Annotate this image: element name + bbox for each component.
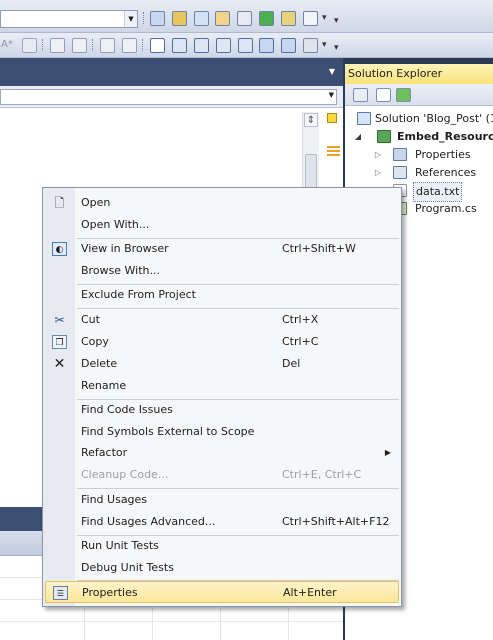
menu-item-exclude-from-project[interactable]: Exclude From Project <box>43 284 401 306</box>
font-size-label[interactable]: A* <box>1 39 13 50</box>
menu-item-delete[interactable]: ✕ Delete Del <box>43 353 401 375</box>
show-all-files-icon[interactable] <box>376 88 391 102</box>
start-page-icon[interactable] <box>259 11 274 26</box>
menu-item-view-in-browser[interactable]: ◐ View in Browser Ctrl+Shift+W <box>43 238 401 260</box>
menu-item-rename[interactable]: Rename <box>43 375 401 397</box>
delete-x-icon: ✕ <box>53 356 66 372</box>
split-handle-icon[interactable]: ⇕ <box>304 113 318 127</box>
navigation-bar: ▼ <box>0 86 343 108</box>
copy-icon: ❐ <box>52 335 67 349</box>
tree-item-label: Program.cs <box>415 202 477 215</box>
command-window-icon[interactable] <box>303 11 318 26</box>
toolbar-overflow-icon[interactable]: ▾ <box>322 40 327 50</box>
open-file-icon: 🗋 <box>54 196 65 210</box>
menu-item-browse-with[interactable]: Browse With... <box>43 260 401 282</box>
tree-item-label: Embed_Resource <box>397 130 493 143</box>
refresh-icon[interactable] <box>396 88 411 102</box>
toolbar-overflow-icon[interactable]: ▾ <box>334 16 339 26</box>
comment-lines-icon[interactable] <box>100 38 115 53</box>
collapsed-arrow-icon[interactable]: ▷ <box>373 146 383 164</box>
tools-icon[interactable] <box>237 11 252 26</box>
uncomment-lines-icon[interactable] <box>122 38 137 53</box>
previous-bookmark-file-icon[interactable] <box>259 38 274 53</box>
tree-item-solution[interactable]: Solution 'Blog_Post' (1 <box>345 110 493 128</box>
properties-icon[interactable] <box>353 88 368 102</box>
next-bookmark-folder-icon[interactable] <box>238 38 253 53</box>
menu-item-refactor[interactable]: Refactor ▶ <box>43 442 401 464</box>
next-bookmark-icon[interactable] <box>194 38 209 53</box>
object-browser-icon[interactable] <box>194 11 209 26</box>
references-icon <box>393 166 407 179</box>
toolbar-grip[interactable] <box>143 12 147 24</box>
menu-item-cut[interactable]: ✂ Cut Ctrl+X <box>43 309 401 331</box>
solution-explorer-toolbar <box>345 84 493 106</box>
toggle-bookmark-icon[interactable] <box>150 38 165 53</box>
error-stripe-marker-icon[interactable] <box>327 146 340 156</box>
toolbar-overflow-icon[interactable]: ▾ <box>334 43 339 53</box>
context-menu: 🗋 Open Open With... ◐ View in Browser Ct… <box>42 187 402 607</box>
member-dropdown[interactable]: ▼ <box>0 89 337 105</box>
properties-window-icon[interactable] <box>172 11 187 26</box>
chevron-down-icon[interactable]: ▼ <box>124 11 137 27</box>
clear-bookmarks-icon[interactable] <box>303 38 318 53</box>
menu-item-open-with[interactable]: Open With... <box>43 214 401 236</box>
browser-icon: ◐ <box>52 242 67 256</box>
tree-item-label: data.txt <box>413 182 463 202</box>
tab-dropdown-icon[interactable]: ▼ <box>329 67 335 76</box>
collapsed-arrow-icon[interactable]: ▷ <box>373 164 383 182</box>
menu-item-cleanup-code[interactable]: Cleanup Code... Ctrl+E, Ctrl+C <box>43 464 401 486</box>
increase-indent-icon[interactable] <box>72 38 87 53</box>
toolbar-grip[interactable] <box>92 39 96 51</box>
menu-item-find-usages-advanced[interactable]: Find Usages Advanced... Ctrl+Shift+Alt+F… <box>43 511 401 533</box>
expanded-arrow-icon[interactable]: ◢ <box>353 128 363 146</box>
toolbar-overflow-icon[interactable]: ▾ <box>322 13 327 23</box>
standard-toolbar: ▼ ▾ ▾ <box>0 0 493 33</box>
tree-item-properties[interactable]: ▷ Properties <box>345 146 493 164</box>
find-in-files-icon[interactable] <box>150 11 165 26</box>
toolbar-grip[interactable] <box>42 39 46 51</box>
extension-manager-icon[interactable] <box>281 11 296 26</box>
previous-bookmark-folder-icon[interactable] <box>216 38 231 53</box>
properties-icon: ☰ <box>53 586 68 600</box>
tree-item-label: Solution 'Blog_Post' (1 <box>375 112 493 125</box>
solution-icon <box>357 112 371 125</box>
csharp-project-icon <box>377 130 391 143</box>
properties-folder-icon <box>393 148 407 161</box>
tree-item-label: Properties <box>415 148 471 161</box>
scissors-icon: ✂ <box>54 313 65 327</box>
menu-item-debug-unit-tests[interactable]: Debug Unit Tests <box>43 557 401 579</box>
decrease-indent-icon[interactable] <box>50 38 65 53</box>
menu-item-find-code-issues[interactable]: Find Code Issues <box>43 399 401 421</box>
menu-item-find-symbols-external[interactable]: Find Symbols External to Scope <box>43 421 401 443</box>
toolbox-icon[interactable] <box>215 11 230 26</box>
document-tab-strip: ▼ <box>0 58 343 86</box>
previous-bookmark-icon[interactable] <box>172 38 187 53</box>
file-status-marker-icon <box>327 113 337 123</box>
tree-item-references[interactable]: ▷ References <box>345 164 493 182</box>
solution-explorer-title[interactable]: Solution Explorer <box>345 64 493 84</box>
submenu-arrow-icon: ▶ <box>384 448 391 457</box>
toolbar-grip[interactable] <box>142 39 146 51</box>
chevron-down-icon[interactable]: ▼ <box>329 91 334 99</box>
tree-item-project[interactable]: ◢ Embed_Resource <box>345 128 493 146</box>
next-bookmark-file-icon[interactable] <box>281 38 296 53</box>
menu-item-find-usages[interactable]: Find Usages <box>43 489 401 511</box>
parameter-info-icon[interactable] <box>22 38 37 53</box>
menu-item-run-unit-tests[interactable]: Run Unit Tests <box>43 535 401 557</box>
solution-config-combo[interactable]: ▼ <box>0 10 138 28</box>
menu-item-open[interactable]: 🗋 Open <box>43 192 401 214</box>
menu-item-properties[interactable]: ☰ Properties Alt+Enter <box>45 581 399 603</box>
menu-item-copy[interactable]: ❐ Copy Ctrl+C <box>43 331 401 353</box>
text-editor-toolbar: A* ▾ ▾ <box>0 33 493 58</box>
tree-item-label: References <box>415 166 477 179</box>
